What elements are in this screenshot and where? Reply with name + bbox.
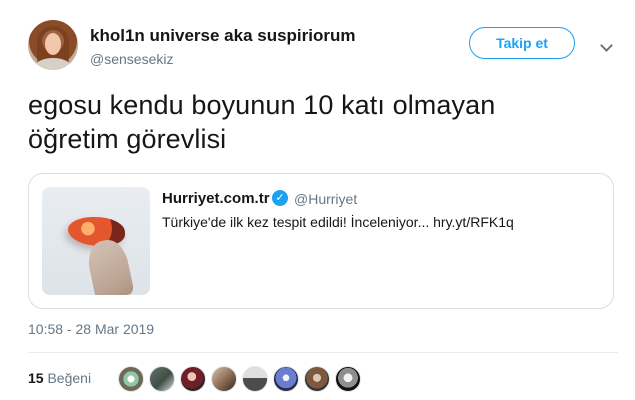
author-display-name[interactable]: khol1n universe aka suspiriorum	[90, 26, 355, 46]
verified-icon: ✓	[272, 190, 288, 206]
chevron-down-icon[interactable]	[600, 39, 613, 52]
tweet-header: khol1n universe aka suspiriorum @sensese…	[28, 20, 618, 76]
quoted-author-name[interactable]: Hurriyet.com.tr	[162, 190, 270, 207]
quoted-tweet-card[interactable]: Hurriyet.com.tr ✓ @Hurriyet Türkiye'de i…	[28, 173, 614, 309]
quoted-tweet-text: Türkiye'de ilk kez tespit edildi! İncele…	[162, 214, 514, 230]
likes-count: 15	[28, 370, 44, 386]
likes-summary[interactable]: 15 Beğeni	[28, 370, 91, 386]
liker-avatar[interactable]	[242, 366, 268, 392]
follow-button[interactable]: Takip et	[469, 27, 575, 59]
tweet-text: egosu kendu boyunun 10 katı olmayan öğre…	[28, 90, 496, 154]
liker-avatar[interactable]	[149, 366, 175, 392]
tweet-timestamp[interactable]: 10:58 - 28 Mar 2019	[28, 321, 154, 337]
author-handle[interactable]: @sensesekiz	[90, 51, 173, 67]
avatar-face	[45, 33, 61, 55]
quoted-author-handle[interactable]: @Hurriyet	[294, 191, 357, 207]
liker-avatar[interactable]	[118, 366, 144, 392]
divider	[28, 352, 618, 353]
liker-avatar[interactable]	[304, 366, 330, 392]
author-avatar[interactable]	[28, 20, 78, 70]
liker-avatar[interactable]	[180, 366, 206, 392]
liker-avatar[interactable]	[335, 366, 361, 392]
liker-avatar[interactable]	[211, 366, 237, 392]
liker-avatar[interactable]	[273, 366, 299, 392]
likes-label: Beğeni	[47, 370, 92, 386]
quoted-tweet-thumbnail[interactable]	[42, 187, 150, 295]
avatar-body	[35, 58, 71, 70]
